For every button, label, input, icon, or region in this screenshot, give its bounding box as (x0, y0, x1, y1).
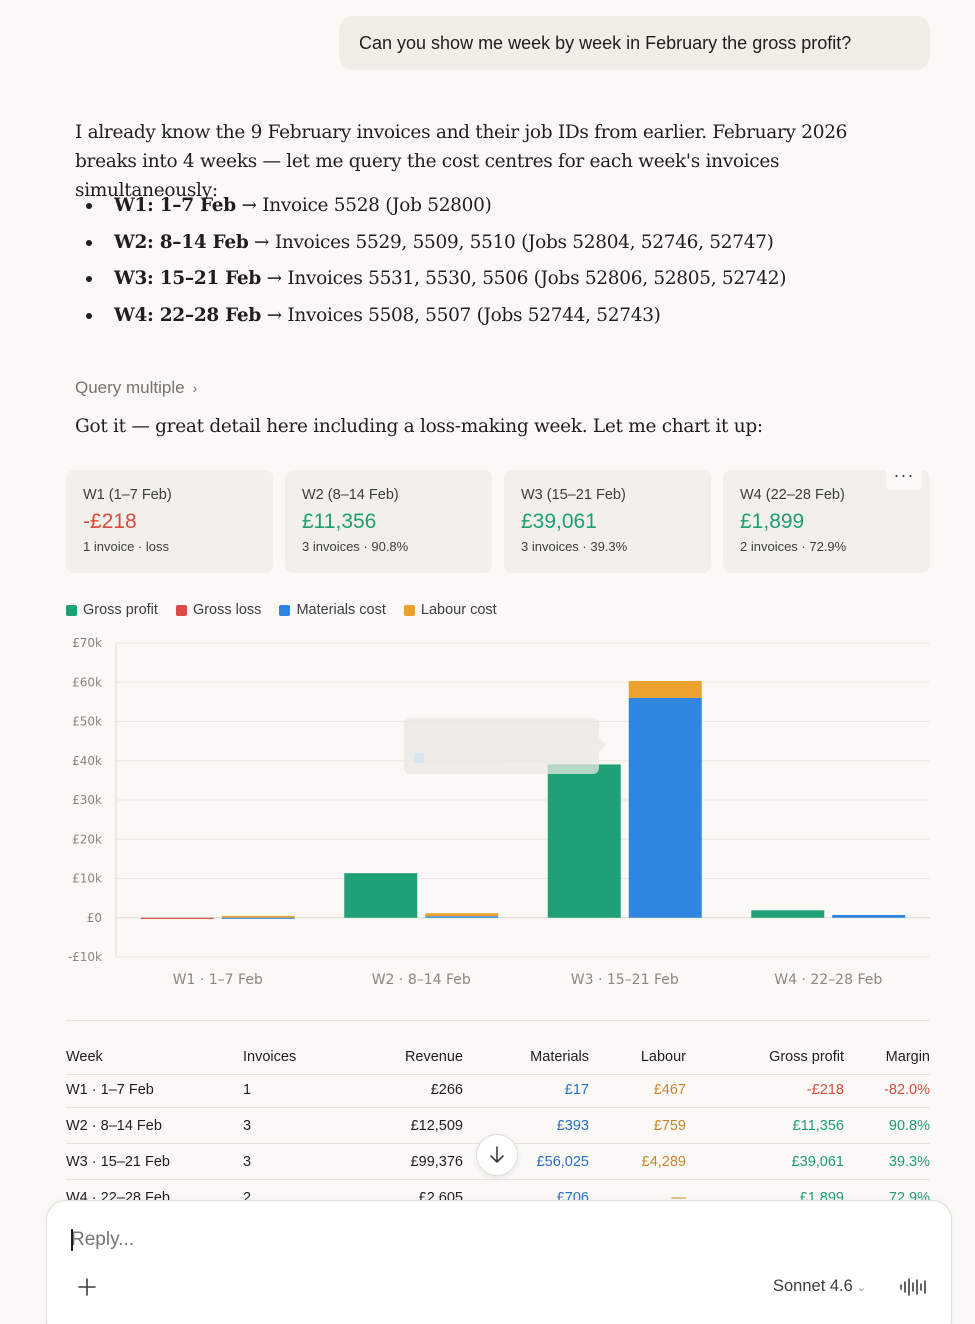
header-margin: Margin (885, 1049, 930, 1065)
header-labour: Labour (640, 1049, 686, 1065)
user-message: Can you show me week by week in February… (339, 16, 930, 70)
plus-icon[interactable] (75, 1275, 99, 1299)
card-subtitle: 1 invoice · loss (83, 539, 169, 554)
legend-item-gross-loss[interactable]: Gross loss (175, 602, 261, 618)
summary-cards: W1 (1–7 Feb) -£218 1 invoice · loss W2 (… (66, 470, 930, 573)
list-item: W3: 15–21 Feb → Invoices 5531, 5530, 550… (86, 263, 786, 300)
y-tick-label: £20k (72, 832, 102, 846)
table-row: W1 · 1–7 Feb 1 £266 £17 £467 -£218 -82.0… (66, 1072, 930, 1108)
model-name: Sonnet 4.6 (773, 1277, 853, 1295)
summary-card-w1: W1 (1–7 Feb) -£218 1 invoice · loss (66, 470, 273, 573)
text-caret (71, 1229, 73, 1251)
list-item: W2: 8–14 Feb → Invoices 5529, 5509, 5510… (86, 227, 786, 264)
card-subtitle: 3 invoices · 39.3% (521, 539, 628, 554)
y-tick-label: -£10k (68, 950, 102, 964)
y-tick-label: £10k (72, 872, 102, 886)
voice-waveform-icon[interactable] (899, 1277, 927, 1297)
y-tick-label: £70k (72, 636, 102, 650)
card-value: -£218 (83, 510, 137, 533)
y-tick-label: £40k (72, 754, 102, 768)
assistant-followup: Got it — great detail here including a l… (75, 416, 763, 437)
chevron-right-icon: › (192, 380, 198, 396)
list-item: W1: 1–7 Feb → Invoice 5528 (Job 52800) (86, 190, 786, 227)
bar-gross-profit (751, 910, 825, 918)
chevron-down-icon: ⌄ (856, 1282, 867, 1294)
legend-swatch (279, 604, 291, 616)
tooltip-swatch (414, 753, 424, 763)
query-multiple-toggle[interactable]: Query multiple › (75, 378, 197, 398)
chart-tooltip (404, 718, 606, 774)
card-value: £39,061 (521, 510, 597, 533)
bar-materials-cost (425, 916, 499, 918)
legend-swatch (66, 604, 77, 616)
table-header: Week Invoices Revenue Materials Labour G… (66, 1039, 930, 1075)
y-tick-label: £50k (72, 715, 102, 729)
bar-gross-loss (140, 917, 214, 919)
legend-item-gross-profit[interactable]: Gross profit (66, 602, 158, 618)
card-title: W1 (1–7 Feb) (83, 487, 172, 503)
legend-swatch (403, 604, 415, 616)
bar-labour-cost (628, 681, 702, 698)
bar-materials-cost (628, 697, 702, 918)
arrow-down-icon (490, 1146, 504, 1163)
more-options-icon[interactable]: ··· (886, 466, 922, 490)
header-invoices: Invoices (243, 1049, 297, 1065)
legend-item-labour-cost[interactable]: Labour cost (403, 602, 497, 618)
x-tick-label: W2 · 8–14 Feb (372, 972, 471, 988)
x-tick-label: W4 · 22–28 Feb (774, 972, 882, 988)
header-gross-profit: Gross profit (769, 1049, 844, 1065)
reply-input[interactable] (71, 1229, 671, 1251)
legend-item-materials-cost[interactable]: Materials cost (279, 602, 386, 618)
summary-card-w2: W2 (8–14 Feb) £11,356 3 invoices · 90.8% (285, 470, 492, 573)
reply-composer: Sonnet 4.6⌄ (46, 1200, 952, 1324)
list-item: W4: 22–28 Feb → Invoices 5508, 5507 (Job… (86, 300, 786, 337)
table-row: W4 · 22–28 Feb 2 £2,605 £706 — £1,899 72… (66, 1180, 930, 1200)
bar-gross-profit (344, 873, 418, 918)
chart-legend: Gross profit Gross loss Materials cost L… (66, 602, 497, 618)
query-multiple-label: Query multiple (75, 378, 185, 397)
week-list: W1: 1–7 Feb → Invoice 5528 (Job 52800) W… (86, 190, 786, 336)
model-selector[interactable]: Sonnet 4.6 ⌄ (773, 1277, 866, 1296)
x-tick-label: W3 · 15–21 Feb (571, 972, 679, 988)
header-revenue: Revenue (404, 1049, 463, 1065)
bar-gross-profit (547, 764, 621, 918)
card-subtitle: 3 invoices · 90.8% (302, 539, 409, 554)
summary-card-w3: W3 (15–21 Feb) £39,061 3 invoices · 39.3… (504, 470, 711, 573)
y-tick-label: £60k (72, 675, 102, 689)
card-title: W3 (15–21 Feb) (521, 487, 626, 503)
header-week: Week (66, 1049, 103, 1065)
card-subtitle: 2 invoices · 72.9% (740, 539, 847, 554)
legend-swatch (175, 604, 187, 616)
y-tick-label: £30k (72, 793, 102, 807)
gross-profit-chart: £70k £60k £50k £40k £30k £20k £10k £0 -£10k W1 · … (68, 636, 930, 988)
bar-labour-cost (425, 913, 499, 917)
header-materials: Materials (530, 1049, 589, 1065)
x-tick-label: W1 · 1–7 Feb (173, 972, 263, 988)
card-value: £11,356 (302, 510, 377, 533)
card-value: £1,899 (740, 510, 805, 533)
card-title: W2 (8–14 Feb) (302, 487, 399, 503)
y-tick-label: £0 (87, 911, 102, 925)
bar-materials-cost (221, 917, 295, 919)
bar-materials-cost (832, 914, 906, 918)
scroll-to-bottom-button[interactable] (476, 1134, 518, 1176)
bar-labour-cost (221, 915, 295, 918)
